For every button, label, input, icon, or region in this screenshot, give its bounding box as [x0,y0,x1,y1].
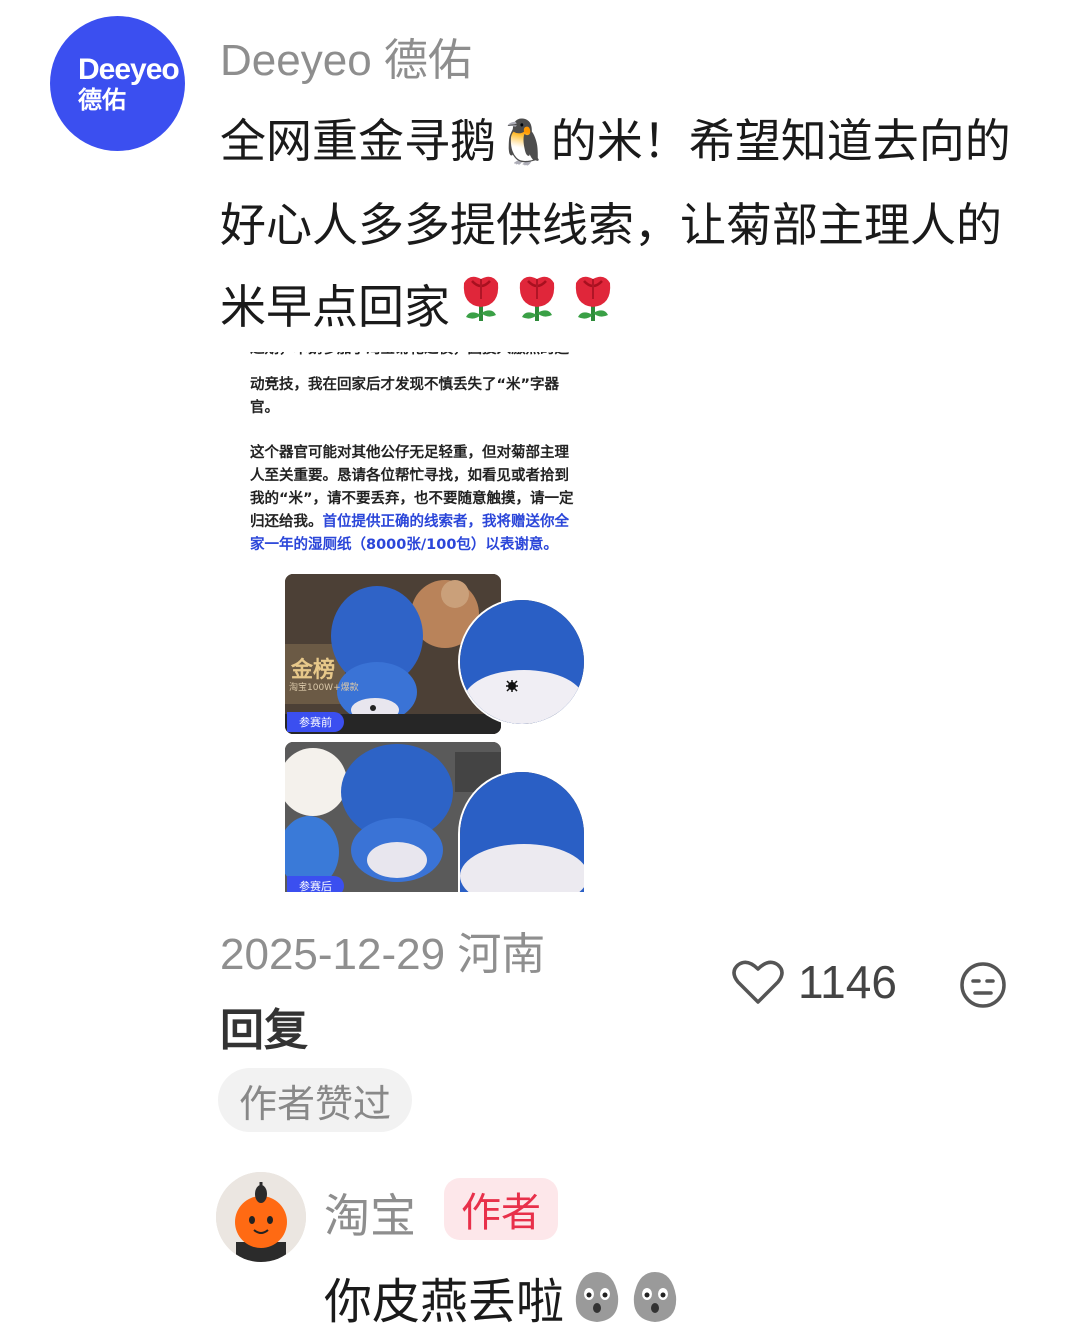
comment-meta: 2025-12-29 河南 [220,918,545,982]
reply-text: 你皮燕丢啦 [324,1262,684,1332]
attached-image[interactable]: 近期，本鹅参加了淘宝菊花之夜，因投入激烈的运 动竞技，我在回家后才发现不慎丢失了… [236,352,596,892]
dislike-face-icon[interactable] [958,960,1008,1010]
like-button[interactable]: 1146 [732,955,897,1009]
photo-before-zoom [458,598,586,726]
avatar-deeyeo[interactable]: Deeyeo 德佑 [50,16,185,151]
author-liked-badge: 作者赞过 [218,1068,412,1132]
avatar-logo-text: Deeyeo [78,52,180,86]
rose-icon [512,269,562,352]
avatar-taobao[interactable] [216,1172,306,1262]
reply-text-content: 你皮燕丢啦 [324,1274,565,1330]
avatar-logo-subtext: 德佑 [78,85,126,114]
comment-text-part1: 全网重金寻鹅 [220,114,496,168]
shocked-potato-icon [575,1272,619,1322]
comment-location: 河南 [457,930,546,979]
bg-sign-subtext: 淘宝100W+爆款 [289,683,359,693]
comment-text: 全网重金寻鹅🐧的米！希望知道去向的好心人多多提供线索，让菊部主理人的米早点回家 [220,100,1020,352]
rose-icon [568,269,618,352]
reply-button[interactable]: 回复 [220,994,308,1058]
photo-after-zoom [458,770,586,892]
like-count: 1146 [798,956,897,1008]
shocked-potato-icon [633,1272,677,1322]
comment-username[interactable]: Deeyeo 德佑 [220,24,472,88]
comment-date: 2025-12-29 [220,930,446,979]
doc-paragraph-1: 动竞技，我在回家后才发现不慎丢失了“米”字器官。 [250,377,560,416]
heart-icon [732,960,784,1004]
reply-username[interactable]: 淘宝 [324,1180,416,1246]
photo-after-label: 参赛后 [287,876,344,892]
author-tag: 作者 [444,1178,558,1240]
doc-cut-line: 近期，本鹅参加了淘宝菊花之夜，因投入激烈的运 [250,352,590,361]
photo-before-label: 参赛前 [287,712,344,732]
penguin-emoji: 🐧 [496,117,551,168]
rose-icon [456,269,506,352]
